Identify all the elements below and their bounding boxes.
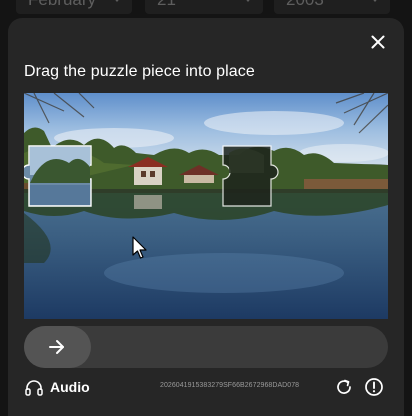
refresh-icon [337,379,351,394]
slider-track[interactable] [24,326,388,368]
close-icon [371,35,385,49]
month-select[interactable]: February [16,0,132,14]
chevron-down-icon [243,0,253,2]
info-button[interactable] [364,377,384,397]
audio-label: Audio [50,379,90,395]
close-button[interactable] [368,32,388,52]
day-select-value: 21 [157,0,176,9]
lake-landscape-image [24,93,388,319]
chevron-down-icon [112,0,122,2]
captcha-title: Drag the puzzle piece into place [24,63,255,80]
month-select-value: February [28,0,96,9]
headphones-icon [25,380,43,396]
slider-handle[interactable] [24,326,91,368]
arrow-right-icon [49,340,64,354]
chevron-down-icon [370,0,380,2]
background-date-selects: February 21 2003 [0,0,412,16]
puzzle-piece[interactable] [24,145,92,207]
year-select[interactable]: 2003 [274,0,390,14]
captcha-dialog: Drag the puzzle piece into place Audio 2… [8,18,404,416]
year-select-value: 2003 [286,0,324,9]
puzzle-image [24,93,388,319]
puzzle-slot [222,145,279,207]
refresh-button[interactable] [334,377,354,397]
session-id: 2026041915383279SF66B26729​68DAD078 [160,382,300,389]
info-icon [365,378,383,396]
day-select[interactable]: 21 [145,0,263,14]
